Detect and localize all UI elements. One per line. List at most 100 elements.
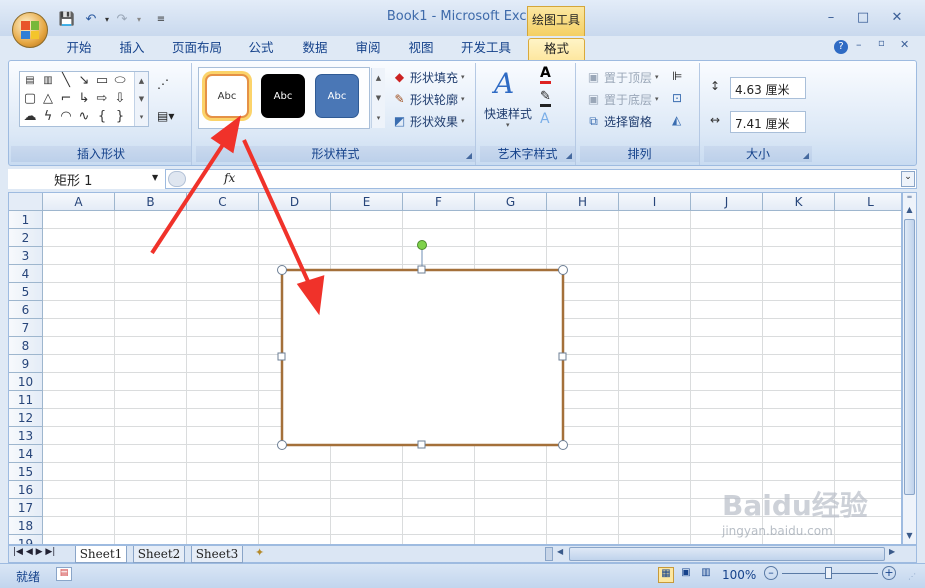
row-header[interactable]: 1 xyxy=(9,211,43,229)
scroll-split-icon[interactable]: ═ xyxy=(903,193,916,203)
send-to-back-button[interactable]: ▣ 置于底层 ▾ xyxy=(586,89,659,109)
insert-function-icon[interactable]: fx xyxy=(224,171,235,185)
column-header[interactable]: D xyxy=(259,193,331,211)
column-header[interactable]: K xyxy=(763,193,835,211)
sheet-tab-2[interactable]: Sheet2 xyxy=(133,546,185,563)
group-icon[interactable]: ⊡ xyxy=(672,91,682,105)
row-header[interactable]: 10 xyxy=(9,373,43,391)
style-item-blue[interactable]: Abc xyxy=(315,74,359,118)
textbox-insert-icon[interactable]: ▤▾ xyxy=(157,109,174,123)
quick-styles-label[interactable]: 快速样式 xyxy=(484,105,532,122)
scroll-down-icon[interactable]: ▼ xyxy=(903,531,916,543)
align-icon[interactable]: ⊫ xyxy=(672,69,682,83)
close-button[interactable]: ✕ xyxy=(886,10,908,26)
launcher-icon[interactable]: ◢ xyxy=(566,151,572,160)
sheet-tab-3[interactable]: Sheet3 xyxy=(191,546,243,563)
lightning-shape-icon[interactable]: ϟ xyxy=(40,110,56,124)
quick-styles-icon[interactable]: A xyxy=(494,67,514,100)
scroll-up-icon[interactable]: ▲ xyxy=(903,205,916,217)
arrow-line-shape-icon[interactable]: ↘ xyxy=(76,74,92,88)
hscroll-left-icon[interactable]: ◀ xyxy=(557,547,563,556)
edit-shape-icon[interactable]: ⋰ xyxy=(157,77,169,91)
height-input[interactable]: 4.63 厘米 xyxy=(730,77,806,99)
vertical-scrollbar[interactable]: ═ ▲ ▼ xyxy=(902,192,917,545)
sheet-tab-1[interactable]: Sheet1 xyxy=(75,546,127,563)
row-header[interactable]: 18 xyxy=(9,517,43,535)
rectangle-shape-icon[interactable]: ▭ xyxy=(94,74,110,88)
column-header[interactable]: C xyxy=(187,193,259,211)
minimize-button[interactable]: – xyxy=(820,10,842,26)
tab-insert[interactable]: 插入 xyxy=(111,38,153,60)
page-break-view-icon[interactable]: ▥ xyxy=(698,567,714,583)
arc-shape-icon[interactable]: ◠ xyxy=(58,110,74,124)
selection-pane-button[interactable]: ⧉ 选择窗格 xyxy=(586,111,652,131)
formula-divider-icon[interactable] xyxy=(168,171,186,187)
column-header[interactable]: E xyxy=(331,193,403,211)
name-box-dropdown-icon[interactable]: ▼ xyxy=(152,173,158,182)
elbow-connector-shape-icon[interactable]: ⌐ xyxy=(58,92,74,106)
text-fill-icon[interactable]: A xyxy=(540,65,551,84)
bring-to-front-button[interactable]: ▣ 置于顶层 ▾ xyxy=(586,67,659,87)
row-header[interactable]: 14 xyxy=(9,445,43,463)
column-header[interactable]: A xyxy=(43,193,115,211)
launcher-icon[interactable]: ◢ xyxy=(466,151,472,160)
cloud-shape-icon[interactable]: ☁ xyxy=(22,110,38,124)
row-header[interactable]: 5 xyxy=(9,283,43,301)
column-header[interactable]: L xyxy=(835,193,901,211)
hscroll-right-icon[interactable]: ▶ xyxy=(889,547,895,556)
width-input[interactable]: 7.41 厘米 xyxy=(730,111,806,133)
down-arrow-shape-icon[interactable]: ⇩ xyxy=(112,92,128,106)
shape-outline-button[interactable]: ✎ 形状轮廓 ▾ xyxy=(392,89,464,109)
zoom-slider-thumb[interactable] xyxy=(825,567,832,579)
row-header[interactable]: 2 xyxy=(9,229,43,247)
name-box[interactable]: 矩形 1 xyxy=(8,169,166,189)
restore-button[interactable]: □ xyxy=(852,10,874,26)
row-header[interactable]: 12 xyxy=(9,409,43,427)
sheet-nav-icons[interactable]: |◀ ◀ ▶ ▶| xyxy=(13,547,55,557)
help-icon[interactable]: ? xyxy=(834,40,848,54)
tab-developer[interactable]: 开发工具 xyxy=(454,38,518,60)
tab-split-icon[interactable] xyxy=(545,547,553,561)
workbook-minimize-icon[interactable]: – xyxy=(856,38,862,51)
shape-effects-button[interactable]: ◩ 形状效果 ▾ xyxy=(392,111,465,131)
macro-record-icon[interactable]: ▤ xyxy=(56,567,72,581)
right-arrow-shape-icon[interactable]: ⇨ xyxy=(94,92,110,106)
style-gallery-scroll-icon[interactable]: ▲ ▼ ▾ xyxy=(371,68,385,128)
row-header[interactable]: 9 xyxy=(9,355,43,373)
elbow-arrow-shape-icon[interactable]: ↳ xyxy=(76,92,92,106)
tab-home[interactable]: 开始 xyxy=(58,38,100,60)
launcher-icon[interactable]: ◢ xyxy=(803,151,809,160)
page-layout-view-icon[interactable]: ▣ xyxy=(678,567,694,583)
line-shape-icon[interactable]: ╲ xyxy=(58,74,74,88)
row-header[interactable]: 16 xyxy=(9,481,43,499)
hscroll-thumb[interactable] xyxy=(569,547,885,561)
textbox-shape-icon[interactable]: ▤ xyxy=(22,74,38,88)
text-outline-icon[interactable]: ✎ xyxy=(540,89,551,107)
column-header[interactable]: G xyxy=(475,193,547,211)
row-header[interactable]: 6 xyxy=(9,301,43,319)
zoom-out-icon[interactable]: – xyxy=(764,566,778,580)
workbook-close-icon[interactable]: ✕ xyxy=(900,38,909,51)
column-header[interactable]: I xyxy=(619,193,691,211)
scroll-thumb[interactable] xyxy=(904,219,915,495)
resize-grip-icon[interactable]: ⋰ xyxy=(908,572,916,581)
triangle-shape-icon[interactable]: △ xyxy=(40,92,56,106)
row-header[interactable]: 19 xyxy=(9,535,43,544)
expand-formula-bar-icon[interactable]: ⌄ xyxy=(901,171,915,187)
tab-view[interactable]: 视图 xyxy=(400,38,442,60)
curve-shape-icon[interactable]: ∿ xyxy=(76,110,92,124)
right-brace-shape-icon[interactable]: } xyxy=(112,110,128,124)
vertical-textbox-shape-icon[interactable]: ▥ xyxy=(40,74,56,88)
rotate-icon[interactable]: ◭ xyxy=(672,113,681,127)
style-item-black[interactable]: Abc xyxy=(261,74,305,118)
left-brace-shape-icon[interactable]: { xyxy=(94,110,110,124)
row-header[interactable]: 8 xyxy=(9,337,43,355)
select-all-corner[interactable] xyxy=(9,193,43,211)
row-header[interactable]: 15 xyxy=(9,463,43,481)
tab-data[interactable]: 数据 xyxy=(294,38,336,60)
row-header[interactable]: 4 xyxy=(9,265,43,283)
quick-styles-dropdown-icon[interactable]: ▾ xyxy=(506,121,510,129)
style-item-orange-outline[interactable]: Abc xyxy=(205,74,249,118)
column-header[interactable]: H xyxy=(547,193,619,211)
zoom-in-icon[interactable]: + xyxy=(882,566,896,580)
